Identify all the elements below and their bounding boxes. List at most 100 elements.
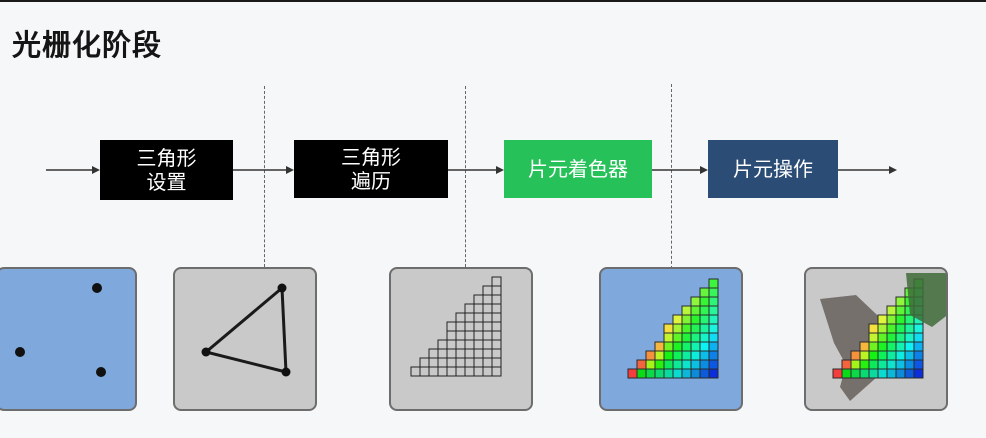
fragment-cell (482, 366, 493, 377)
fragment-cell (636, 368, 647, 379)
vertex-dot (15, 347, 25, 357)
fragment-cell (708, 332, 719, 343)
fragment-cell (455, 330, 466, 341)
fragment-cell (690, 323, 701, 334)
fragment-cell (886, 332, 897, 343)
vertex-dot (96, 367, 106, 377)
fragment-cell (708, 287, 719, 298)
fragment-cell (473, 366, 484, 377)
fragment-cell (446, 366, 457, 377)
fragment-cell (645, 350, 656, 361)
fragment-cell (464, 366, 475, 377)
fragment-cell (868, 323, 879, 334)
fragment-cell (690, 359, 701, 370)
fragment-cell (699, 305, 710, 316)
fragment-cell (708, 350, 719, 361)
colored-fragments (627, 278, 719, 379)
triangle-outline (202, 284, 288, 374)
fragment-cell (895, 359, 906, 370)
fragment-cell (482, 348, 493, 359)
fragment-cell (681, 305, 692, 316)
fragment-cell (850, 350, 861, 361)
fragment-cell (473, 294, 484, 305)
fragment-cell (437, 348, 448, 359)
fragment-cell (491, 366, 502, 377)
fragment-cell (904, 341, 915, 352)
fragment-cell (886, 359, 897, 370)
fragment-cell (491, 276, 502, 287)
fragment-cell (654, 350, 665, 361)
fragment-cell (455, 366, 466, 377)
fragment-cell (464, 330, 475, 341)
fragment-cell (491, 357, 502, 368)
fragment-cell (446, 330, 457, 341)
fragment-cell (886, 368, 897, 379)
stage-triangle-traversal: 三角形 遍历 (294, 140, 448, 198)
fragment-cell (708, 305, 719, 316)
stage-label: 三角形 设置 (136, 146, 197, 194)
fragment-cell (491, 294, 502, 305)
fragment-cell (672, 332, 683, 343)
fragment-cell (428, 348, 439, 359)
fragment-cell (446, 357, 457, 368)
fragment-cell (446, 321, 457, 332)
fragment-cell (627, 368, 638, 379)
fragment-cell (850, 359, 861, 370)
fragment-cell (895, 341, 906, 352)
fragment-cell (868, 341, 879, 352)
fragment-cell (681, 341, 692, 352)
fragment-cell (473, 303, 484, 314)
fragment-cell (681, 323, 692, 334)
fragment-cell (690, 341, 701, 352)
fragment-cell (868, 359, 879, 370)
fragment-cell (663, 359, 674, 370)
fragment-cell (877, 341, 888, 352)
fragment-cell (699, 359, 710, 370)
fragment-cell (437, 339, 448, 350)
fragment-cell (473, 357, 484, 368)
fragment-cell (491, 312, 502, 323)
fragment-cell (877, 359, 888, 370)
fragment-cell (455, 339, 466, 350)
fragment-cell (690, 350, 701, 361)
fragment-cell (672, 341, 683, 352)
stage-label: 三角形 遍历 (341, 145, 401, 193)
fragment-grid (410, 276, 502, 377)
fragment-grid-panel (389, 267, 533, 411)
fragment-cell (482, 357, 493, 368)
fragment-cell (419, 357, 430, 368)
fragment-cell (690, 332, 701, 343)
fragment-cell (877, 368, 888, 379)
separator-2 (465, 86, 466, 272)
fragment-cell (904, 350, 915, 361)
triangle-panel (173, 267, 317, 411)
fragment-cell (464, 303, 475, 314)
shaded-fragments-panel (599, 267, 743, 411)
fragment-cell (455, 348, 466, 359)
fragment-cell (491, 348, 502, 359)
fragment-cell (419, 366, 430, 377)
fragment-cell (699, 296, 710, 307)
stage-triangle-setup: 三角形 设置 (100, 140, 233, 200)
fragment-cell (708, 278, 719, 289)
fragment-cell (473, 312, 484, 323)
fragment-cell (690, 368, 701, 379)
fragment-cell (841, 368, 852, 379)
fragment-cell (699, 332, 710, 343)
fragment-cell (464, 321, 475, 332)
fragment-cell (473, 348, 484, 359)
fragment-cell (464, 348, 475, 359)
fragment-cell (832, 368, 843, 379)
fragment-cell (708, 314, 719, 325)
stage-fragment-operations: 片元操作 (708, 140, 838, 198)
fragment-cell (491, 285, 502, 296)
fragment-cell (699, 350, 710, 361)
stage-fragment-shader: 片元着色器 (504, 140, 652, 198)
fragment-cell (859, 350, 870, 361)
fragment-cell (482, 294, 493, 305)
stage-label: 片元着色器 (528, 157, 628, 181)
vertices-panel (0, 267, 137, 411)
fragment-cell (681, 350, 692, 361)
blended-fragments (820, 273, 946, 401)
fragment-cell (868, 332, 879, 343)
